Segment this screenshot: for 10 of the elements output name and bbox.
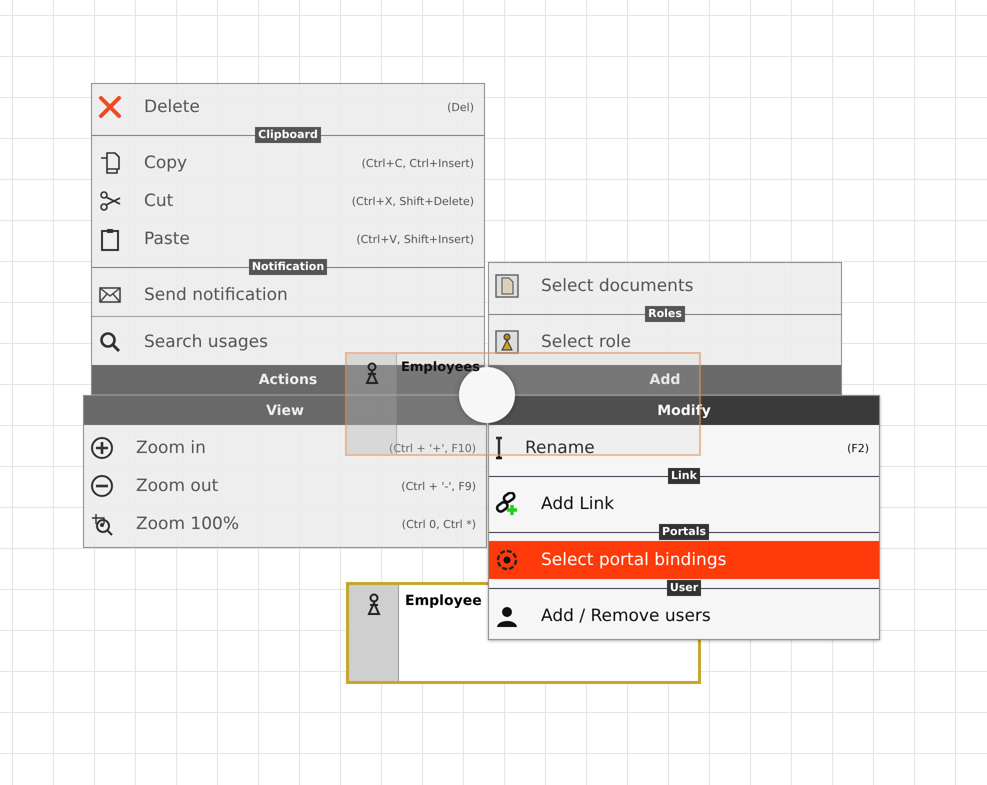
section-label: Roles	[645, 306, 685, 322]
section-label: Link	[668, 468, 700, 484]
menu-header: View	[84, 396, 486, 425]
section-label: Clipboard	[255, 127, 321, 143]
section-label: Portals	[658, 524, 710, 540]
section-label: User	[666, 580, 702, 596]
menu-header: Modify	[489, 396, 879, 425]
section-label: Notification	[248, 259, 328, 275]
node-title: Employee	[404, 592, 483, 611]
menu-header: Add	[489, 365, 841, 394]
